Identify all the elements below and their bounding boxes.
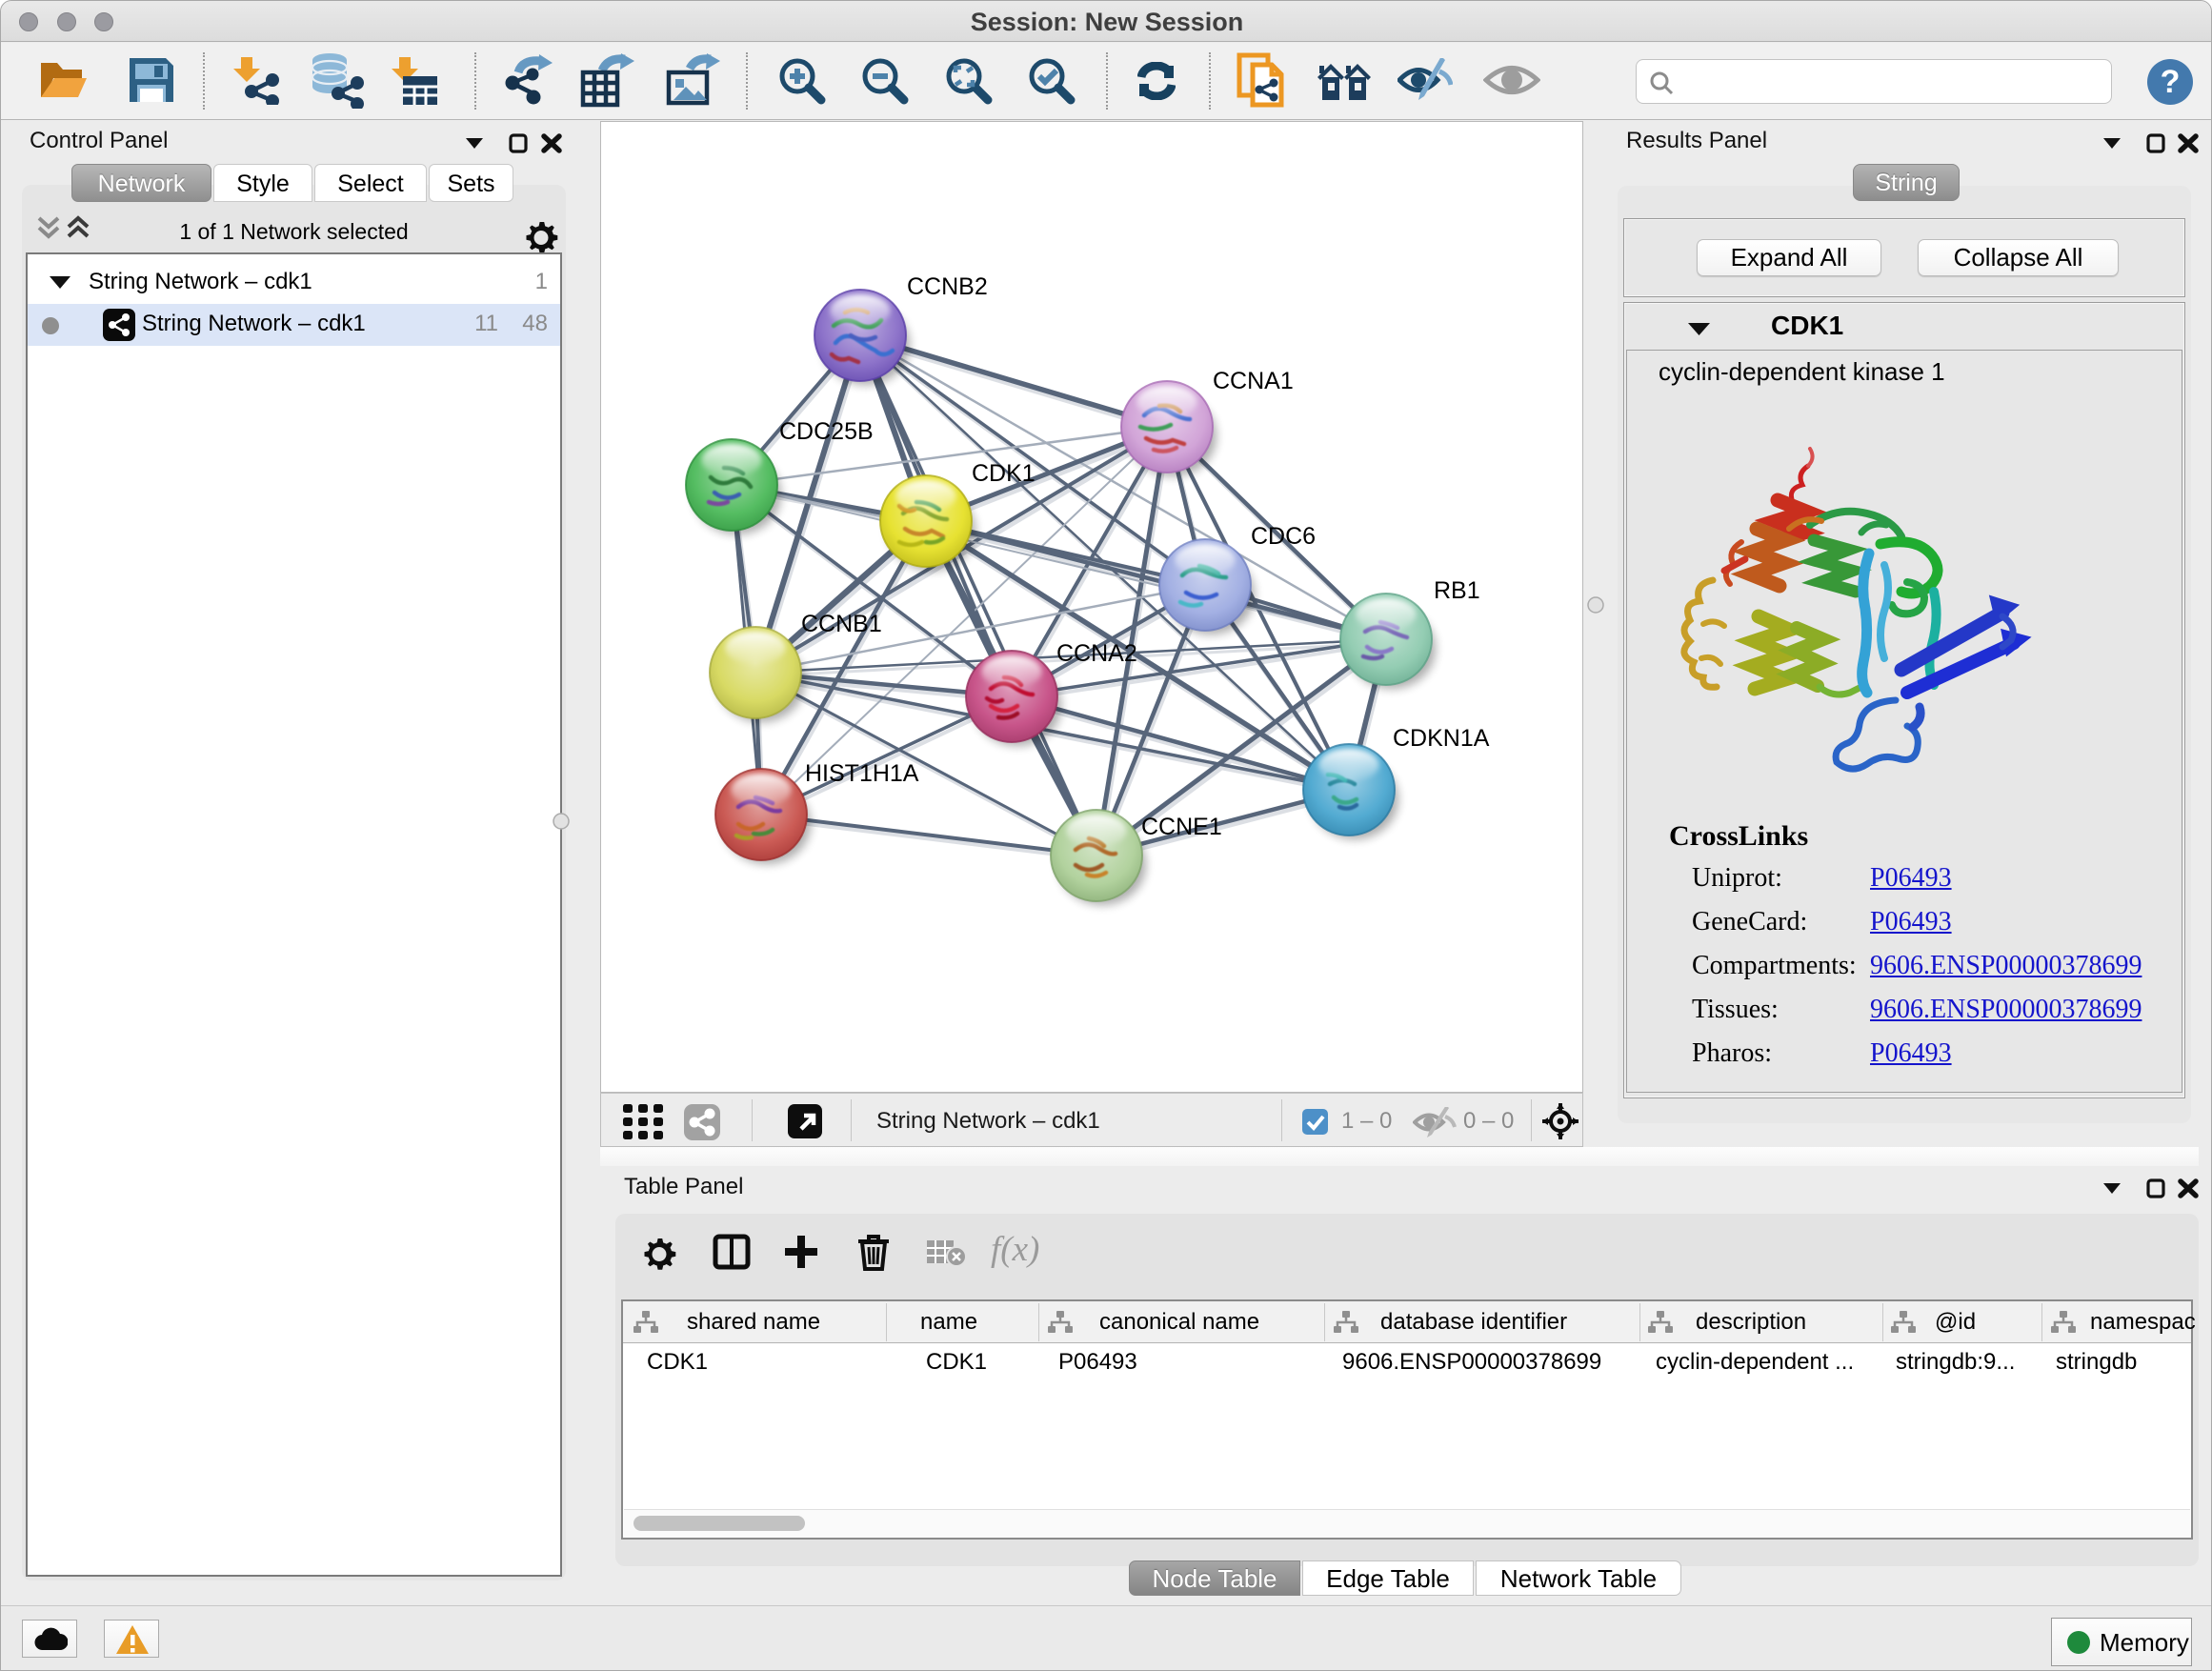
svg-text:HIST1H1A: HIST1H1A — [805, 760, 919, 787]
svg-text:CDKN1A: CDKN1A — [1393, 725, 1490, 752]
svg-text:CCNB1: CCNB1 — [801, 611, 882, 637]
svg-text:?: ? — [2161, 64, 2181, 100]
svg-text:CCNE1: CCNE1 — [1141, 814, 1222, 840]
svg-text:CCNA1: CCNA1 — [1213, 368, 1294, 394]
svg-text:CCNA2: CCNA2 — [1056, 640, 1137, 667]
svg-text:RB1: RB1 — [1434, 577, 1480, 604]
svg-text:CCNB2: CCNB2 — [907, 273, 988, 300]
svg-text:CDK1: CDK1 — [972, 460, 1036, 487]
svg-text:CDC25B: CDC25B — [779, 418, 874, 445]
svg-text:CDC6: CDC6 — [1251, 523, 1316, 550]
